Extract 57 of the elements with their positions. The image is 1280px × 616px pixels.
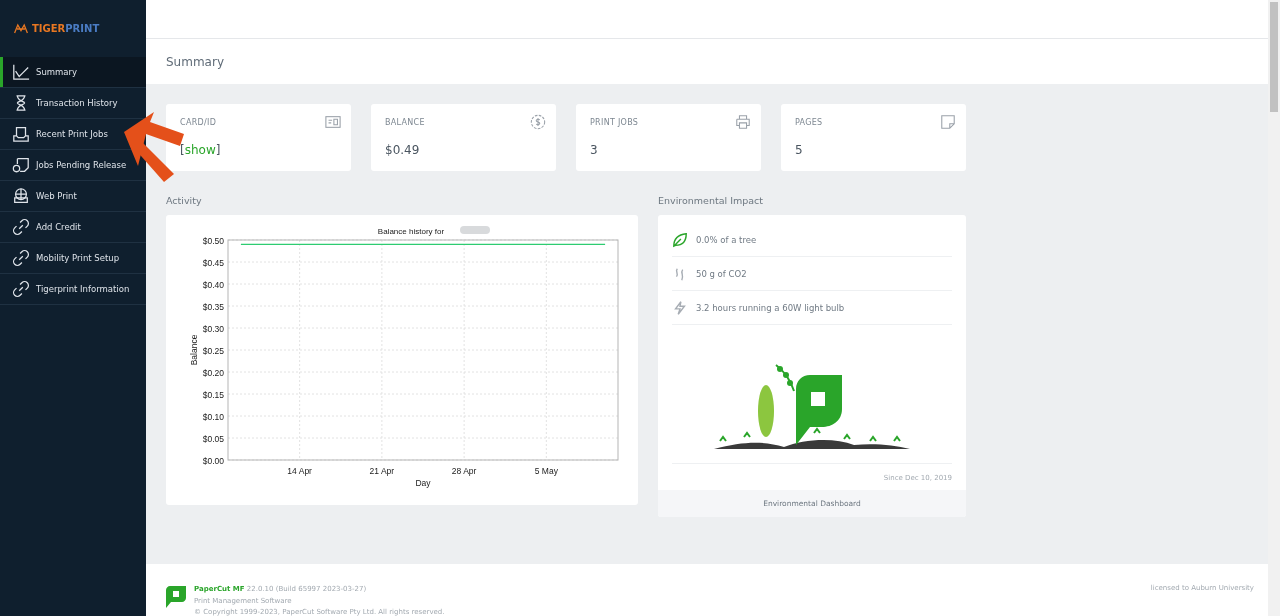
chart-title: Balance history for [377, 227, 445, 236]
sidebar-item[interactable]: Recent Print Jobs [0, 119, 110, 149]
sidebar-item[interactable]: Web Print [0, 181, 79, 211]
y-tick-label: $0.15 [202, 389, 224, 400]
y-tick-label: $0.40 [202, 279, 224, 290]
x-tick-label: 28 Apr [451, 466, 477, 476]
y-tick-label: $0.25 [202, 345, 224, 356]
sidebar-item[interactable]: Jobs Pending Release [0, 150, 129, 180]
leaf-icon [672, 231, 688, 248]
line-chart-icon [12, 63, 30, 81]
x-tick-label: 14 Apr [287, 466, 312, 476]
logo-text: TIGERPRINT [32, 23, 100, 34]
sidebar-item[interactable]: Summary [0, 57, 146, 87]
stat-label: PRINT JOBS [590, 118, 640, 127]
y-tick-label: $0.10 [202, 411, 224, 422]
y-tick-label: $0.20 [202, 367, 224, 378]
impact-text: 3.2 hours running a 60W light bulb [696, 302, 845, 313]
sidebar-item[interactable]: Add Credit [0, 212, 83, 242]
stat-label: CARD/ID [180, 118, 218, 127]
y-axis-label: Balance [189, 334, 199, 366]
stat-value: 3 [590, 143, 599, 157]
blurred-name [460, 226, 490, 234]
stat-label: BALANCE [385, 118, 426, 127]
card-id-value: [show] [180, 143, 221, 157]
section-heading: Activity [166, 195, 203, 206]
link-icon [12, 218, 30, 236]
y-tick-label: $0.05 [202, 433, 224, 444]
y-tick-label: $0.45 [202, 257, 224, 268]
sidebar-item[interactable]: Tigerprint Information [0, 274, 132, 304]
impact-text: 50 g of CO2 [696, 268, 747, 279]
stat-value: 5 [795, 143, 804, 157]
link-icon [12, 280, 30, 298]
x-axis-label: Day [415, 478, 431, 488]
sidebar-item[interactable]: Transaction History [0, 88, 120, 118]
y-tick-label: $0.30 [202, 323, 224, 334]
note-page-icon [940, 114, 956, 130]
y-tick-label: $0.35 [202, 301, 224, 312]
inbox-tray-icon [12, 125, 30, 143]
scrollbar[interactable] [1268, 0, 1280, 616]
document-clock-icon [12, 156, 30, 174]
globe-printer-icon [12, 187, 30, 205]
x-tick-label: 5 May [534, 466, 558, 476]
dollar-coin-icon [530, 114, 546, 130]
id-card-icon [325, 114, 341, 130]
link-icon [12, 249, 30, 267]
impact-text: 0.0% of a tree [696, 234, 757, 245]
papercut-logo-icon [166, 584, 186, 610]
printer-icon [735, 114, 751, 130]
stat-label: PAGES [795, 118, 824, 127]
stat-value: $0.49 [385, 143, 421, 157]
lightning-icon [672, 299, 688, 316]
y-tick-label: $0.50 [202, 235, 224, 246]
x-tick-label: 21 Apr [369, 466, 395, 476]
section-heading: Environmental Impact [658, 195, 764, 206]
sidebar-item[interactable]: Mobility Print Setup [0, 243, 122, 273]
y-tick-label: $0.00 [202, 455, 224, 466]
page-title: Summary [166, 54, 224, 69]
